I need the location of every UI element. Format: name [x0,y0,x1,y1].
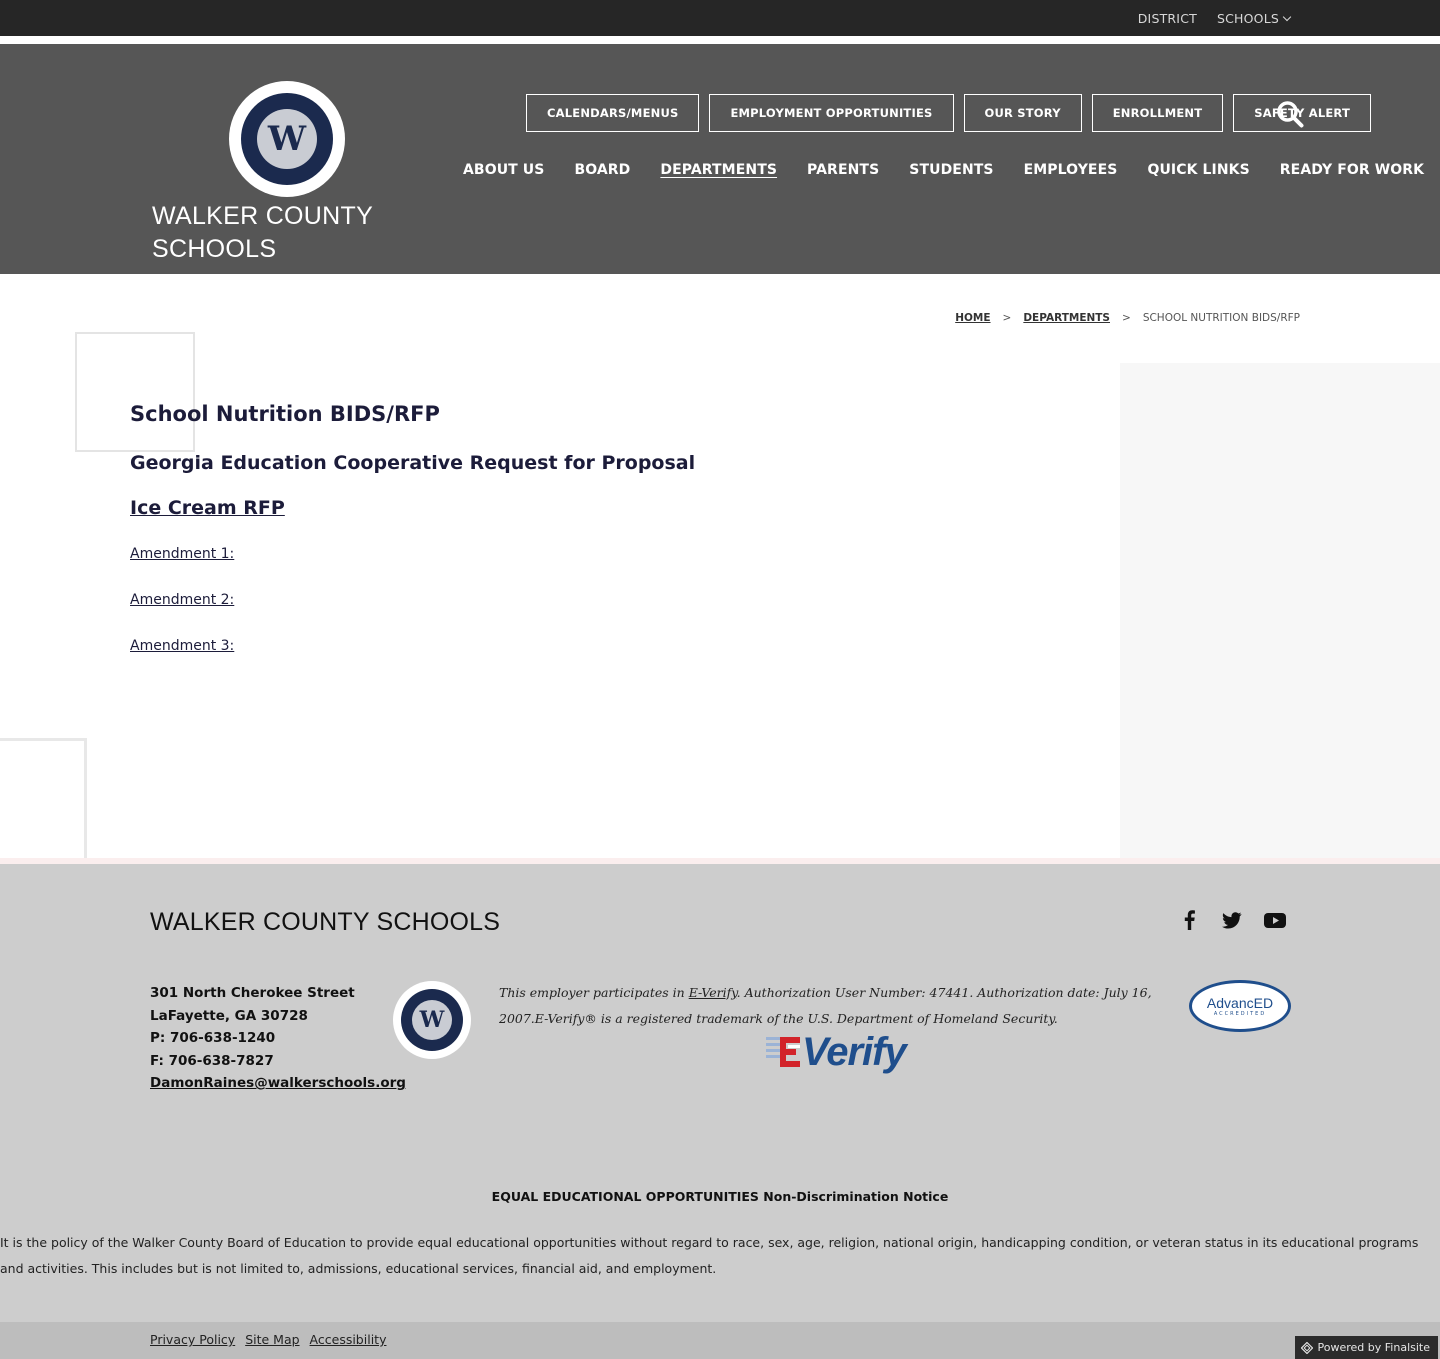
amendment-3-link[interactable]: Amendment 3: [130,638,234,654]
quick-buttons: CALENDARS/MENUS EMPLOYMENT OPPORTUNITIES… [526,94,1372,132]
breadcrumb-home[interactable]: HOME [955,312,990,324]
site-footer: WALKER COUNTY SCHOOLS 301 North Cherokee… [0,864,1440,1322]
site-name-line2: SCHOOLS [152,235,277,263]
utility-links: DISTRICT SCHOOLS [1138,0,1292,36]
powered-by-text: Powered by Finalsite [1317,1341,1430,1354]
district-link[interactable]: DISTRICT [1138,11,1197,26]
advanced-accreditation-badge: AdvancED ACCREDITED [1189,980,1291,1032]
legal-links: Privacy Policy Site Map Accessibility [150,1332,386,1347]
sidebar-panel [1120,363,1440,860]
logo-letter: W [412,1000,452,1040]
nav-departments[interactable]: DEPARTMENTS [660,162,777,178]
breadcrumb-departments[interactable]: DEPARTMENTS [1023,312,1110,324]
everify-text-pre: This employer participates in [499,985,689,1000]
site-map-link[interactable]: Site Map [245,1332,299,1347]
advanced-sub: ACCREDITED [1213,1011,1267,1017]
logo-letter: W [257,109,317,169]
page-title: School Nutrition BIDS/RFP [130,402,440,426]
decorative-frame [75,332,195,452]
breadcrumb-separator: > [1002,312,1012,324]
phone-number: P: 706-638-1240 [150,1030,276,1046]
contact-info: 301 North Cherokee Street LaFayette, GA … [150,982,406,1095]
district-logo[interactable]: W [229,81,345,197]
address-street: 301 North Cherokee Street [150,985,355,1001]
nav-board[interactable]: BOARD [574,162,630,178]
chevron-down-icon [1282,12,1292,21]
nav-parents[interactable]: PARENTS [807,162,879,178]
address-city: LaFayette, GA 30728 [150,1007,308,1024]
everify-logo-text: Verify [802,1029,907,1074]
breadcrumb-current: SCHOOL NUTRITION BIDS/RFP [1142,312,1300,324]
utility-bar: DISTRICT SCHOOLS [0,0,1440,36]
calendars-menus-button[interactable]: CALENDARS/MENUS [526,94,700,132]
everify-notice: This employer participates in E-Verify. … [499,980,1189,1032]
facebook-icon[interactable] [1180,910,1200,930]
footer-logo: W [393,981,471,1059]
social-links [1180,910,1286,930]
amendment-2-link[interactable]: Amendment 2: [130,592,234,608]
site-name-line1: WALKER COUNTY [152,202,374,230]
everify-link[interactable]: E-Verify [689,985,737,1000]
our-story-button[interactable]: OUR STORY [963,94,1082,132]
powered-by-finalsite[interactable]: Powered by Finalsite [1294,1336,1438,1359]
finalsite-logo-icon [1300,1341,1313,1354]
ice-cream-rfp-link[interactable]: Ice Cream RFP [130,497,285,519]
fax-number: F: 706-638-7827 [150,1052,274,1069]
schools-dropdown[interactable]: SCHOOLS [1216,10,1292,26]
everify-flag-e-icon [766,1037,800,1067]
nav-ready-for-work[interactable]: READY FOR WORK [1280,162,1424,178]
amendment-1-link[interactable]: Amendment 1: [130,546,234,562]
search-icon[interactable] [1276,100,1304,128]
youtube-icon[interactable] [1264,910,1286,930]
eeo-body: It is the policy of the Walker County Bo… [0,1235,1419,1276]
section-subtitle: Georgia Education Cooperative Request fo… [130,452,696,474]
enrollment-button[interactable]: ENROLLMENT [1091,94,1224,132]
main-navigation: ABOUT US BOARD DEPARTMENTS PARENTS STUDE… [463,162,1424,178]
site-name[interactable]: WALKER COUNTY SCHOOLS [152,200,373,266]
eeo-title: EQUAL EDUCATIONAL OPPORTUNITIES Non-Disc… [491,1189,949,1204]
nav-quick-links[interactable]: QUICK LINKS [1147,162,1249,178]
advanced-name: AdvancED [1206,995,1274,1011]
header-divider [0,36,1440,44]
nav-employees[interactable]: EMPLOYEES [1024,162,1118,178]
site-header: W WALKER COUNTY SCHOOLS CALENDARS/MENUS … [0,44,1440,274]
email-link[interactable]: DamonRaines@walkerschools.org [150,1072,406,1095]
nav-students[interactable]: STUDENTS [909,162,993,178]
twitter-icon[interactable] [1222,910,1242,930]
accessibility-link[interactable]: Accessibility [310,1332,387,1347]
breadcrumb: HOME > DEPARTMENTS > SCHOOL NUTRITION BI… [955,312,1300,324]
footer-title: WALKER COUNTY SCHOOLS [150,908,501,936]
bottom-bar: Privacy Policy Site Map Accessibility Po… [0,1322,1440,1359]
schools-label: SCHOOLS [1216,10,1279,26]
privacy-policy-link[interactable]: Privacy Policy [150,1332,235,1347]
nav-about-us[interactable]: ABOUT US [463,162,544,178]
breadcrumb-separator: > [1122,312,1131,324]
everify-logo: Verify [766,1029,907,1074]
employment-opportunities-button[interactable]: EMPLOYMENT OPPORTUNITIES [709,94,954,132]
